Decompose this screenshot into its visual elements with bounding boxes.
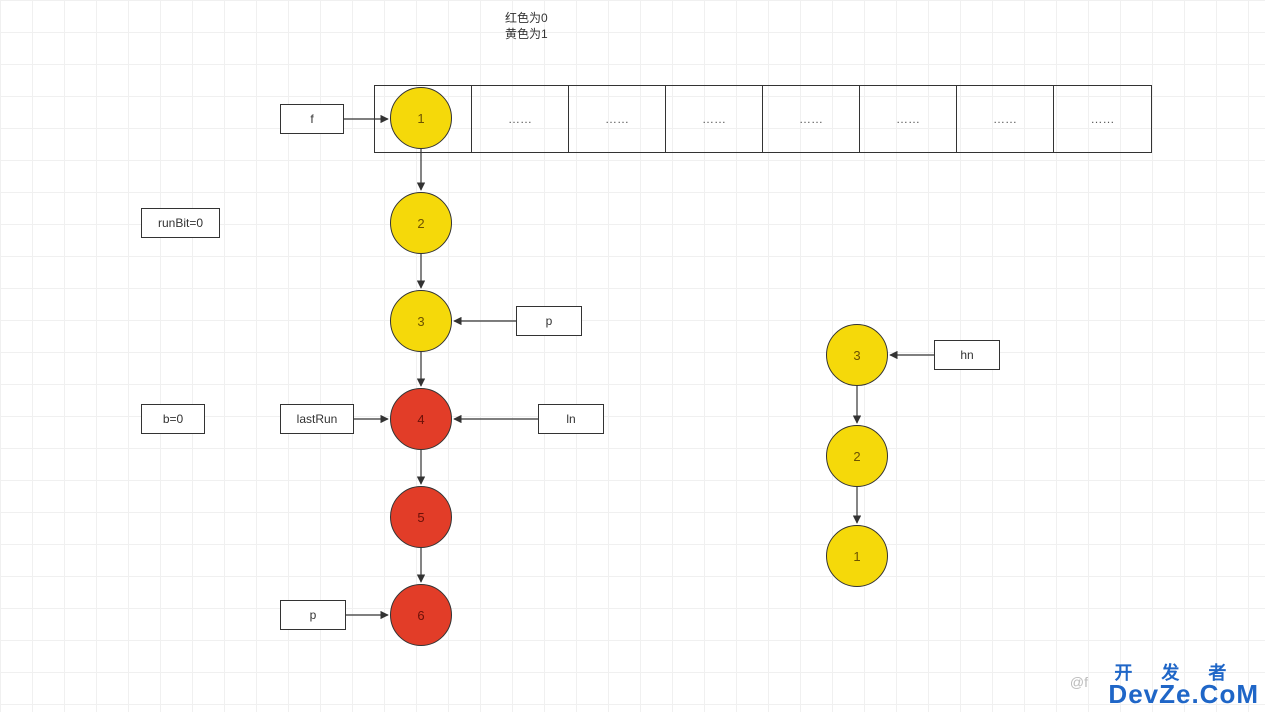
node-1: 1 [390,87,452,149]
diagram-canvas: 红色为0 黄色为1 …… …… …… …… …… …… …… 1 2 3 4 5… [0,0,1265,712]
array-cell-3: …… [666,86,763,152]
label-p-top: p [516,306,582,336]
node-3-label: 3 [417,314,424,329]
hash-array: …… …… …… …… …… …… …… [374,85,1152,153]
label-runbit: runBit=0 [141,208,220,238]
node-r1: 1 [826,525,888,587]
label-ln: ln [538,404,604,434]
legend-line-2: 黄色为1 [505,27,548,41]
node-6-label: 6 [417,608,424,623]
node-r1-label: 1 [853,549,860,564]
label-f: f [280,104,344,134]
label-b: b=0 [141,404,205,434]
node-r3: 3 [826,324,888,386]
node-r3-label: 3 [853,348,860,363]
watermark-site: 开 发 者 DevZe.CoM [1108,659,1259,710]
array-cell-7: …… [1054,86,1151,152]
node-5-label: 5 [417,510,424,525]
watermark-site-en: DevZe.CoM [1108,679,1259,709]
node-r2: 2 [826,425,888,487]
array-cell-6: …… [957,86,1054,152]
node-5: 5 [390,486,452,548]
legend-line-1: 红色为0 [505,11,548,25]
array-cell-2: …… [569,86,666,152]
node-2-label: 2 [417,216,424,231]
node-1-label: 1 [417,111,424,126]
watermark-author: @f [1070,674,1088,690]
label-lastrun: lastRun [280,404,354,434]
node-4: 4 [390,388,452,450]
node-6: 6 [390,584,452,646]
label-p-bot: p [280,600,346,630]
node-3: 3 [390,290,452,352]
label-hn: hn [934,340,1000,370]
array-cell-4: …… [763,86,860,152]
node-r2-label: 2 [853,449,860,464]
node-4-label: 4 [417,412,424,427]
legend-title: 红色为0 黄色为1 [505,10,548,42]
node-2: 2 [390,192,452,254]
array-cell-5: …… [860,86,957,152]
array-cell-1: …… [472,86,569,152]
